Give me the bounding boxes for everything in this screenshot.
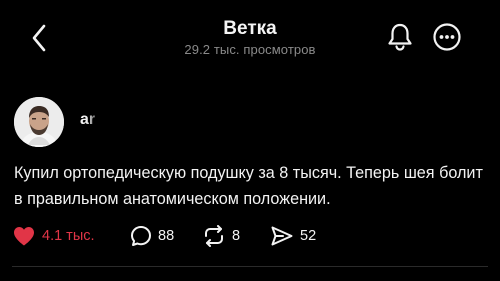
likes-count: 4.1 тыс. xyxy=(42,228,95,244)
share-button[interactable]: 52 xyxy=(270,224,316,248)
thread-header: Ветка 29.2 тыс. просмотров xyxy=(0,0,500,70)
views-count: 29.2 тыс. просмотров xyxy=(184,42,316,57)
page-title: Ветка xyxy=(223,18,277,39)
bell-icon xyxy=(388,23,412,51)
avatar[interactable] xyxy=(14,97,64,147)
more-icon xyxy=(433,23,461,51)
share-icon xyxy=(271,226,293,246)
post-actions: 4.1 тыс. 88 8 52 xyxy=(12,224,492,248)
repost-icon xyxy=(205,225,223,247)
post-text: Купил ортопедическую подушку за 8 тысяч.… xyxy=(14,164,483,208)
heart-icon xyxy=(14,227,34,246)
post-divider xyxy=(12,266,488,267)
username-fade-overlay xyxy=(86,106,110,132)
repost-button[interactable]: 8 xyxy=(202,224,240,248)
comment-icon xyxy=(131,226,151,246)
shares-count: 52 xyxy=(300,228,317,244)
reposts-count: 8 xyxy=(232,228,241,244)
like-button[interactable]: 4.1 тыс. xyxy=(12,224,95,248)
comment-button[interactable]: 88 xyxy=(130,224,174,248)
notifications-button[interactable] xyxy=(386,22,414,52)
more-options-button[interactable] xyxy=(432,22,462,52)
avatar-photo xyxy=(14,97,64,147)
comments-count: 88 xyxy=(158,228,175,244)
